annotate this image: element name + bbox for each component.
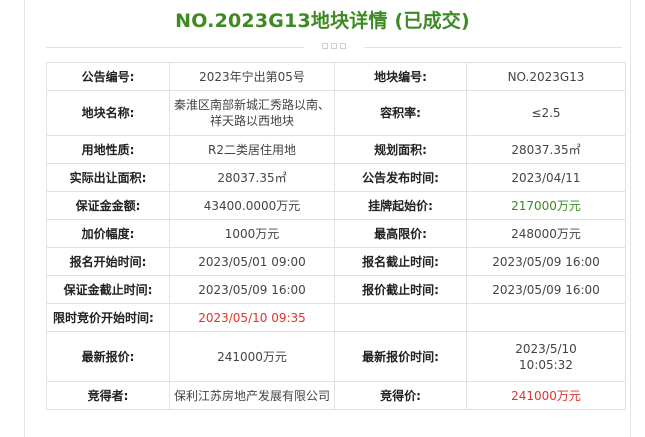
divider-dot [340,43,346,49]
parcel-number-value: NO.2023G13 [466,62,626,91]
starting-price-label: 挂牌起始价: [334,191,467,220]
parcel-detail-table: 公告编号: 2023年宁出第05号 地块编号: NO.2023G13 地块名称:… [46,62,626,410]
table-row: 保证金金额: 43400.0000万元 挂牌起始价: 217000万元 [46,191,626,220]
title-divider [46,43,622,53]
table-row: 限时竞价开始时间: 2023/05/10 09:35 [46,303,626,332]
timed-bidding-start-label: 限时竞价开始时间: [46,303,170,332]
divider-line-left [46,47,304,48]
announcement-date-value: 2023/04/11 [466,163,626,192]
bid-increment-label: 加价幅度: [46,219,170,248]
land-use-value: R2二类居住用地 [169,135,335,164]
table-row: 实际出让面积: 28037.35㎡ 公告发布时间: 2023/04/11 [46,163,626,192]
planned-area-value: 28037.35㎡ [466,135,626,164]
table-row: 保证金截止时间: 2023/05/09 16:00 报价截止时间: 2023/0… [46,275,626,304]
right-page-rule [630,0,631,437]
registration-start-value: 2023/05/01 09:00 [169,247,335,276]
parcel-number-label: 地块编号: [334,62,467,91]
divider-dot [322,43,328,49]
announcement-number-label: 公告编号: [46,62,170,91]
latest-bid-time-label: 最新报价时间: [334,331,467,382]
parcel-name-value: 秦淮区南部新城汇秀路以南、祥天路以西地块 [169,90,335,136]
latest-bid-value: 241000万元 [169,331,335,382]
winning-price-value: 241000万元 [466,381,626,410]
divider-line-right [364,47,622,48]
table-row: 公告编号: 2023年宁出第05号 地块编号: NO.2023G13 [46,62,626,91]
timed-bidding-start-value: 2023/05/10 09:35 [169,303,335,332]
page-title: NO.2023G13地块详情 (已成交) [175,10,470,32]
price-cap-value: 248000万元 [466,219,626,248]
table-row: 最新报价: 241000万元 最新报价时间: 2023/5/10 10:05:3… [46,331,626,382]
latest-bid-clock: 10:05:32 [519,357,573,372]
bid-deadline-label: 报价截止时间: [334,275,467,304]
plot-ratio-label: 容积率: [334,90,467,136]
table-row: 竞得者: 保利江苏房地产发展有限公司 竞得价: 241000万元 [46,381,626,410]
planned-area-label: 规划面积: [334,135,467,164]
bid-deadline-value: 2023/05/09 16:00 [466,275,626,304]
plot-ratio-value: ≤2.5 [466,90,626,136]
left-page-rule [24,0,25,437]
divider-dot [331,43,337,49]
actual-area-label: 实际出让面积: [46,163,170,192]
registration-end-value: 2023/05/09 16:00 [466,247,626,276]
bid-increment-value: 1000万元 [169,219,335,248]
empty-cell [466,303,626,332]
actual-area-value: 28037.35㎡ [169,163,335,192]
winning-price-label: 竞得价: [334,381,467,410]
latest-bid-date: 2023/5/10 [515,341,577,356]
announcement-date-label: 公告发布时间: [334,163,467,192]
deposit-deadline-label: 保证金截止时间: [46,275,170,304]
winner-label: 竞得者: [46,381,170,410]
starting-price-value: 217000万元 [466,191,626,220]
winner-value: 保利江苏房地产发展有限公司 [169,381,335,410]
deposit-amount-label: 保证金金额: [46,191,170,220]
registration-end-label: 报名截止时间: [334,247,467,276]
deposit-deadline-value: 2023/05/09 16:00 [169,275,335,304]
table-row: 地块名称: 秦淮区南部新城汇秀路以南、祥天路以西地块 容积率: ≤2.5 [46,90,626,136]
latest-bid-time-value: 2023/5/10 10:05:32 [466,331,626,382]
parcel-name-label: 地块名称: [46,90,170,136]
land-use-label: 用地性质: [46,135,170,164]
divider-dots [322,43,346,49]
latest-bid-label: 最新报价: [46,331,170,382]
price-cap-label: 最高限价: [334,219,467,248]
empty-cell [334,303,467,332]
table-row: 用地性质: R2二类居住用地 规划面积: 28037.35㎡ [46,135,626,164]
registration-start-label: 报名开始时间: [46,247,170,276]
table-row: 加价幅度: 1000万元 最高限价: 248000万元 [46,219,626,248]
announcement-number-value: 2023年宁出第05号 [169,62,335,91]
table-row: 报名开始时间: 2023/05/01 09:00 报名截止时间: 2023/05… [46,247,626,276]
deposit-amount-value: 43400.0000万元 [169,191,335,220]
